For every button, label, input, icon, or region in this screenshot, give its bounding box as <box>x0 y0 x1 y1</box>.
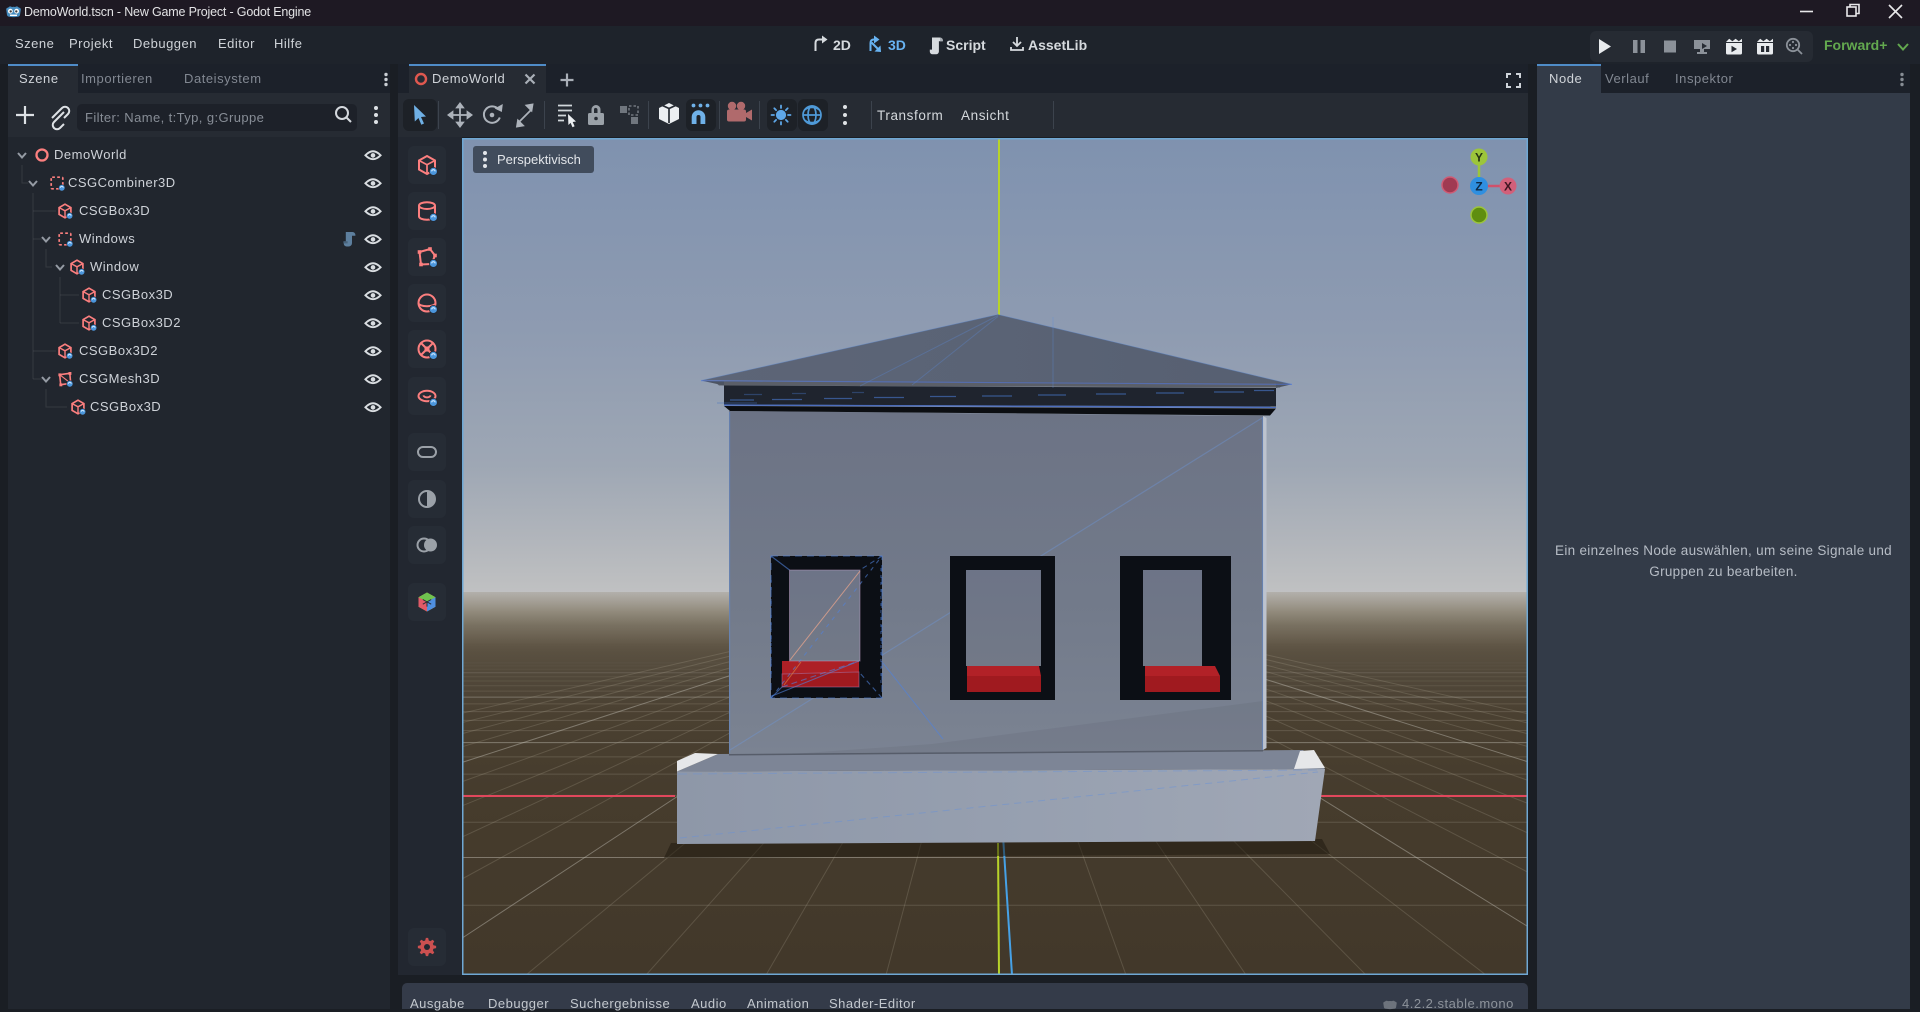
svg-text:AssetLib: AssetLib <box>1028 37 1087 53</box>
svg-text:Ansicht: Ansicht <box>961 108 1009 123</box>
svg-text:Script: Script <box>946 37 986 53</box>
svg-text:Y: Y <box>1475 151 1483 165</box>
svg-text:2D: 2D <box>833 37 851 53</box>
svg-text:X: X <box>1504 180 1512 194</box>
svg-text:3D: 3D <box>888 37 906 53</box>
svg-text:Perspektivisch: Perspektivisch <box>497 152 581 167</box>
svg-text:Transform: Transform <box>877 108 943 123</box>
svg-text:Z: Z <box>1475 180 1482 194</box>
